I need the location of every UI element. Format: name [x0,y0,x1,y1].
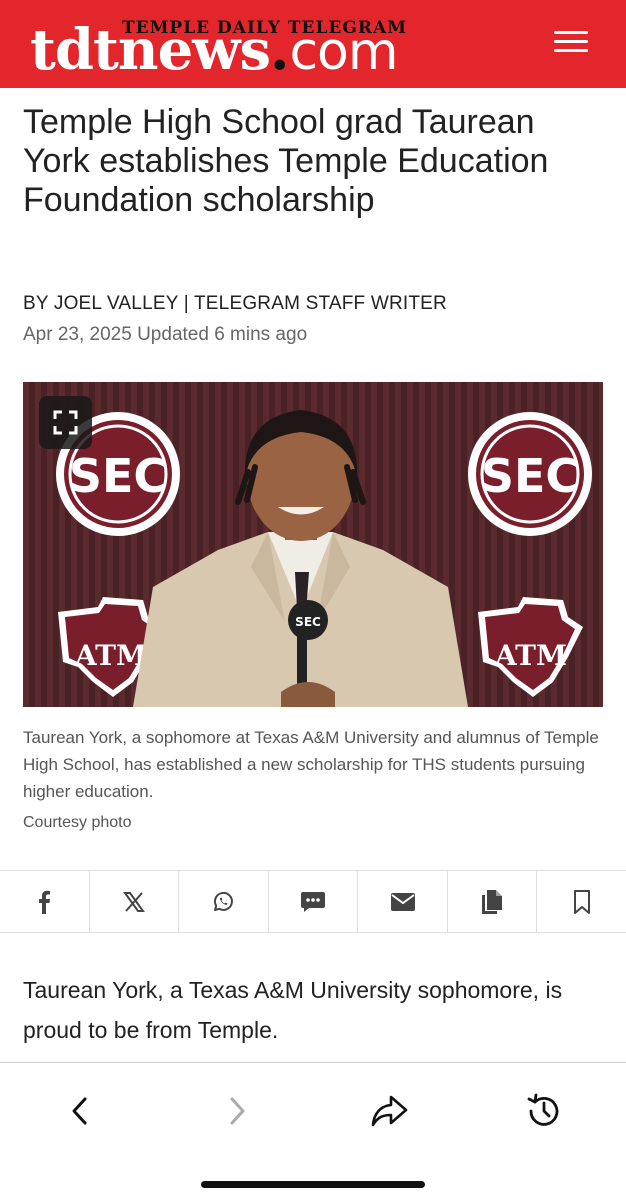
share-icon [371,1095,408,1127]
logo-name: tdtnews [30,17,271,83]
sec-logo-right: SEC [468,412,592,536]
logo-dot: . [269,17,290,83]
forward-icon [230,1097,245,1125]
article-body-paragraph: Taurean York, a Texas A&M University sop… [23,977,563,1043]
x-icon [122,891,145,912]
history-icon [527,1093,559,1126]
article-photo[interactable]: SEC SEC ATM ATM SEC [23,382,603,707]
article-headline: Temple High School grad Taurean York est… [23,103,549,219]
share-whatsapp-button[interactable] [179,871,269,932]
copy-icon [482,889,503,914]
sec-logo-text: SEC [481,449,579,503]
email-icon [390,892,415,911]
photo-illustration: SEC SEC ATM ATM SEC [56,410,592,707]
hamburger-menu-icon[interactable] [554,28,588,56]
whatsapp-icon [214,891,234,911]
back-button[interactable] [58,1089,102,1133]
photo-caption: Taurean York, a sophomore at Texas A&M U… [23,728,599,801]
expand-photo-icon[interactable] [39,396,92,449]
site-logo[interactable]: TEMPLE DAILY TELEGRAM tdtnews.com [30,14,440,78]
share-email-button[interactable] [358,871,448,932]
atm-logo-text: ATM [74,639,147,672]
person-figure: SEC [133,410,468,707]
share-bar [0,870,626,933]
share-x-button[interactable] [90,871,180,932]
forward-button[interactable] [215,1089,259,1133]
logo-tld: com [289,22,398,82]
copy-link-button[interactable] [448,871,538,932]
bookmark-button[interactable] [537,871,626,932]
sec-logo-text: SEC [69,449,167,503]
history-button[interactable] [522,1089,566,1133]
article-date: Apr 23, 2025 Updated 6 mins ago [23,324,308,345]
sms-icon [301,891,326,912]
share-page-button[interactable] [367,1089,411,1133]
share-facebook-button[interactable] [0,871,90,932]
article-byline[interactable]: BY JOEL VALLEY | TELEGRAM STAFF WRITER [23,293,447,315]
site-header: TEMPLE DAILY TELEGRAM tdtnews.com [0,0,626,88]
logo-wordmark: tdtnews.com [30,22,399,78]
browser-toolbar [0,1062,626,1200]
share-sms-button[interactable] [269,871,359,932]
bookmark-icon [573,889,590,914]
mic-logo-text: SEC [295,615,321,629]
home-indicator[interactable] [201,1181,425,1188]
photo-credit: Courtesy photo [23,814,132,831]
atm-logo-text: ATM [494,639,567,672]
atm-logo-right: ATM [478,597,583,697]
facebook-icon [39,890,51,914]
back-icon [72,1097,87,1125]
